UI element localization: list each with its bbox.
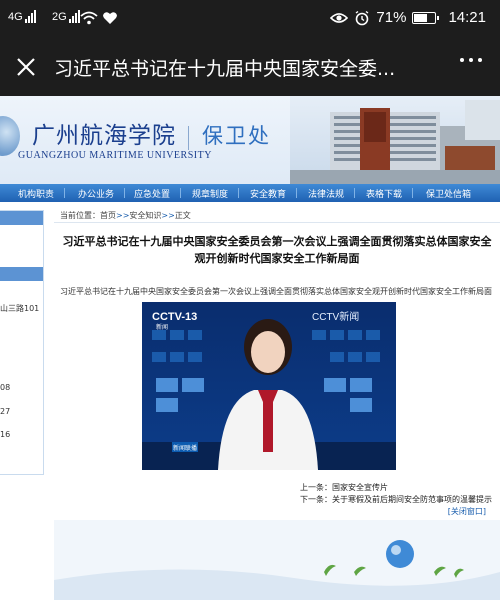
battery-icon (412, 11, 440, 24)
left-sidebar: 山三路101 08 27 16 (0, 210, 44, 475)
breadcrumb-prefix: 当前位置： (60, 211, 100, 220)
wifi-icon (80, 11, 98, 25)
heart-icon (103, 12, 117, 24)
prev-article: 上一条：国家安全宣传片 (300, 482, 388, 493)
site-header: 广州航海学院 GUANGZHOU MARITIME UNIVERSITY 保卫处 (0, 96, 500, 184)
nav-item-office[interactable]: 办公业务 (78, 187, 114, 200)
article-title: 习近平总书记在十九届中央国家安全委员会第一次会议上强调全面贯彻落实总体国家安全观… (62, 235, 492, 265)
network-type-1: 4G (8, 11, 23, 23)
signal-1: 4G (8, 10, 36, 23)
breadcrumb-separator: >> (161, 211, 175, 220)
status-right: 71% 14:21 (330, 9, 486, 26)
nav-item-laws[interactable]: 法律法规 (308, 187, 344, 200)
channel-logo-2: CCTV新闻 (312, 310, 359, 323)
nav-item-education[interactable]: 安全教育 (250, 187, 286, 200)
signal-bars-icon (68, 10, 80, 23)
news-video-frame[interactable]: CCTV-13 新闻 CCTV新闻 新闻联播 (142, 302, 396, 470)
nav-item-duties[interactable]: 机构职责 (18, 187, 54, 200)
nav-separator (124, 188, 125, 198)
department-name: 保卫处 (202, 124, 271, 148)
footer-decoration (54, 520, 500, 600)
signal-2: 2G (52, 10, 80, 23)
nav-separator (64, 188, 65, 198)
browser-title-bar: 习近平总书记在十九届中央国家安全委... (0, 38, 500, 96)
nav-item-mailbox[interactable]: 保卫处信箱 (426, 187, 471, 200)
next-label: 下一条： (300, 495, 332, 504)
status-bar: 4G 2G 71% 14:21 (0, 0, 500, 38)
nav-separator (296, 188, 297, 198)
nav-item-forms[interactable]: 表格下载 (366, 187, 402, 200)
sidebar-header (0, 211, 43, 225)
breadcrumb-separator: >> (116, 211, 130, 220)
prev-label: 上一条： (300, 483, 332, 492)
network-type-2: 2G (52, 11, 67, 23)
channel-logo-1-sub: 新闻 (156, 323, 168, 331)
school-logo (0, 116, 20, 156)
alarm-icon (356, 10, 369, 25)
sidebar-header (0, 267, 43, 281)
next-link[interactable]: 关于寒假及前后期间安全防范事项的温馨提示 (332, 495, 492, 504)
eye-icon (330, 12, 349, 23)
signal-bars-icon (24, 10, 36, 23)
nav-item-emergency[interactable]: 应急处置 (134, 187, 170, 200)
nav-separator (180, 188, 181, 198)
close-icon[interactable] (12, 53, 40, 81)
breadcrumb: 当前位置：首页>>安全知识>>正文 (60, 210, 191, 221)
main-nav: 机构职责 办公业务 应急处置 规章制度 安全教育 法律法规 表格下载 保卫处信箱 (0, 184, 500, 202)
divider (54, 222, 500, 223)
sidebar-line: 08 (0, 383, 11, 392)
sidebar-address: 山三路101 (0, 304, 40, 313)
nav-separator (354, 188, 355, 198)
article-lead: 习近平总书记在十九届中央国家安全委员会第一次会议上强调全面贯彻落实总体国家安全观… (60, 287, 492, 296)
page-title: 习近平总书记在十九届中央国家安全委... (54, 58, 396, 80)
nav-item-rules[interactable]: 规章制度 (192, 187, 228, 200)
nav-separator (412, 188, 413, 198)
sidebar-line: 27 (0, 407, 11, 416)
sidebar-line: 16 (0, 430, 11, 439)
more-options-icon[interactable] (460, 58, 482, 62)
close-window-link[interactable]: [关闭窗口] (448, 506, 486, 517)
breadcrumb-current: 正文 (174, 211, 191, 220)
program-badge: 新闻联播 (173, 444, 197, 452)
school-name-cn[interactable]: 广州航海学院 (32, 116, 176, 150)
breadcrumb-home[interactable]: 首页 (100, 211, 116, 220)
nav-separator (238, 188, 239, 198)
campus-building-image (290, 96, 500, 184)
channel-logo-1: CCTV-13 (152, 311, 197, 323)
header-divider (188, 126, 189, 150)
prev-link[interactable]: 国家安全宣传片 (332, 483, 388, 492)
school-name-en: GUANGZHOU MARITIME UNIVERSITY (18, 150, 212, 161)
next-article: 下一条：关于寒假及前后期间安全防范事项的温馨提示 (300, 494, 492, 505)
battery-percent: 71% (376, 9, 407, 26)
clock: 14:21 (448, 9, 486, 26)
breadcrumb-section[interactable]: 安全知识 (129, 211, 161, 220)
